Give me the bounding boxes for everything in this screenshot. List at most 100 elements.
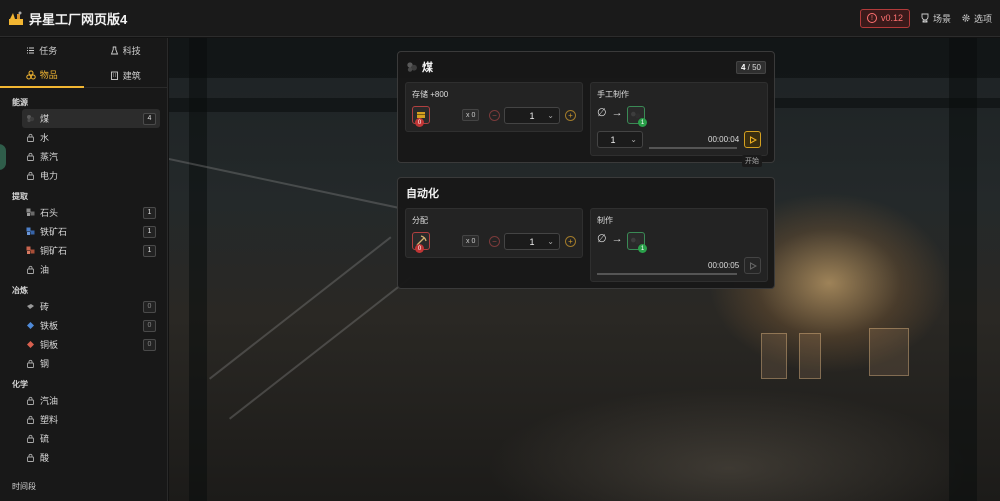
category-time: 时间段 (12, 481, 36, 491)
copper-plate-icon (26, 340, 35, 349)
tab-tech-label: 科技 (122, 46, 141, 56)
empty-set-icon: ∅ (597, 233, 607, 245)
increase-button[interactable]: + (565, 236, 576, 247)
alert-icon: ! (866, 13, 877, 23)
item-count: 1 (143, 244, 156, 257)
distribute-multiplier: x 0 (462, 235, 480, 247)
options-button[interactable]: 选项 (961, 12, 992, 25)
sidebar-item-label: 水 (40, 133, 50, 143)
slot-badge: 0 (415, 244, 424, 253)
brick-icon (26, 302, 35, 311)
resource-title: 煤 (422, 62, 433, 74)
gear-icon (962, 14, 970, 22)
sidebar-item-label: 砖 (40, 302, 50, 312)
play-icon (749, 135, 757, 144)
scene-label: 场景 (932, 13, 951, 24)
sidebar-item-label: 铜板 (40, 340, 59, 350)
coal-icon (26, 114, 35, 123)
capacity-badge: 4 / 50 (735, 60, 766, 74)
resource-panel: 煤 4 / 50 存储 +800 0 x 0 − 1 ⌄ + 手工制作 ∅ → … (397, 51, 775, 163)
sidebar-item-water[interactable]: 水 (22, 128, 160, 147)
produce-progress-bar (597, 273, 737, 275)
storage-amount-value: 1 (529, 110, 535, 121)
sidebar-item-brick[interactable]: 砖 0 (22, 297, 160, 316)
sidebar-item-copper-ore[interactable]: 铜矿石 1 (22, 241, 160, 260)
sidebar-item-oil[interactable]: 油 (22, 260, 160, 279)
tab-tech[interactable]: 科技 (84, 38, 168, 63)
sidebar-item-label: 蒸汽 (40, 152, 59, 162)
arrow-right-icon: → (611, 232, 623, 245)
distribute-amount-select[interactable]: 1 ⌄ (504, 233, 560, 250)
version-badge[interactable]: ! v0.12 (859, 8, 910, 28)
side-handle[interactable] (0, 144, 6, 170)
manual-amount-select[interactable]: 1 ⌄ (597, 131, 643, 148)
lock-icon (26, 133, 35, 142)
produce-time: 00:00:05 (708, 261, 740, 270)
distribute-label: 分配 (412, 216, 428, 225)
sidebar-item-sulfur[interactable]: 硫 (22, 429, 160, 448)
chevron-down-icon: ⌄ (547, 237, 554, 246)
building-icon (110, 71, 118, 80)
storage-section: 存储 +800 0 x 0 − 1 ⌄ + (405, 82, 583, 132)
lock-icon (26, 359, 35, 368)
items-icon (26, 70, 36, 79)
lock-icon (26, 152, 35, 161)
item-list: 能源 煤 4 水 蒸汽 电力 提取 石头 1 铁矿石 1 铜矿石 1 油 冶炼 … (0, 88, 167, 493)
coal-icon (407, 62, 417, 72)
sidebar-item-acid[interactable]: 酸 (22, 448, 160, 467)
lock-icon (26, 453, 35, 462)
sidebar-item-steel[interactable]: 钢 (22, 354, 160, 373)
flask-icon (110, 46, 118, 55)
sidebar-item-power[interactable]: 电力 (22, 166, 160, 185)
item-count: 0 (143, 338, 156, 351)
options-label: 选项 (973, 13, 992, 24)
slot-badge: 0 (415, 118, 424, 127)
lock-icon (26, 434, 35, 443)
storage-amount-select[interactable]: 1 ⌄ (504, 107, 560, 124)
manual-start-button[interactable] (744, 131, 761, 148)
category-smelting: 冶炼 (12, 285, 28, 295)
sidebar-item-steam[interactable]: 蒸汽 (22, 147, 160, 166)
sidebar-item-label: 铁板 (40, 321, 59, 331)
manual-output-slot[interactable]: 1 (627, 106, 647, 127)
manual-craft-label: 手工制作 (597, 90, 629, 99)
sidebar-item-coal[interactable]: 煤 4 (22, 109, 160, 128)
manual-recipe: ∅ → (597, 106, 623, 120)
sidebar-item-iron-ore[interactable]: 铁矿石 1 (22, 222, 160, 241)
category-energy: 能源 (12, 97, 28, 107)
item-count: 4 (143, 112, 156, 125)
scene-button[interactable]: 场景 (920, 12, 951, 25)
produce-output-slot[interactable]: 1 (627, 232, 647, 253)
stone-icon (26, 208, 35, 217)
tab-buildings[interactable]: 建筑 (83, 63, 167, 88)
increase-button[interactable]: + (565, 110, 576, 121)
decrease-button[interactable]: − (489, 110, 500, 121)
app-title: 异星工厂网页版4 (29, 11, 128, 27)
storage-slot[interactable]: 0 (412, 106, 430, 127)
sidebar-item-label: 塑料 (40, 415, 59, 425)
tab-items[interactable]: 物品 (0, 63, 84, 88)
tab-tasks[interactable]: 任务 (0, 38, 84, 63)
output-badge: 1 (638, 118, 647, 127)
item-count: 1 (143, 225, 156, 238)
tab-buildings-label: 建筑 (122, 70, 141, 81)
sidebar-item-label: 硫 (40, 434, 50, 444)
produce-start-button[interactable] (744, 257, 761, 274)
chevron-down-icon: ⌄ (630, 135, 637, 144)
sidebar-item-label: 电力 (40, 171, 59, 181)
sidebar-item-stone[interactable]: 石头 1 (22, 203, 160, 222)
sidebar-item-plastic[interactable]: 塑料 (22, 410, 160, 429)
sidebar: 任务 科技 物品 建筑 能源 煤 4 水 蒸汽 电力 提取 石头 1 铁矿石 1… (0, 38, 168, 501)
sidebar-item-iron-plate[interactable]: 铁板 0 (22, 316, 160, 335)
sidebar-item-label: 汽油 (40, 396, 59, 406)
start-tooltip: 开始 (742, 155, 762, 167)
lock-icon (26, 415, 35, 424)
output-badge: 1 (638, 244, 647, 253)
arrow-right-icon: → (611, 106, 623, 119)
distribute-slot[interactable]: 0 (412, 232, 430, 253)
decrease-button[interactable]: − (489, 236, 500, 247)
sidebar-item-gasoline[interactable]: 汽油 (22, 391, 160, 410)
sidebar-item-label: 油 (40, 265, 50, 275)
sidebar-item-label: 铜矿石 (40, 246, 68, 256)
sidebar-item-copper-plate[interactable]: 铜板 0 (22, 335, 160, 354)
